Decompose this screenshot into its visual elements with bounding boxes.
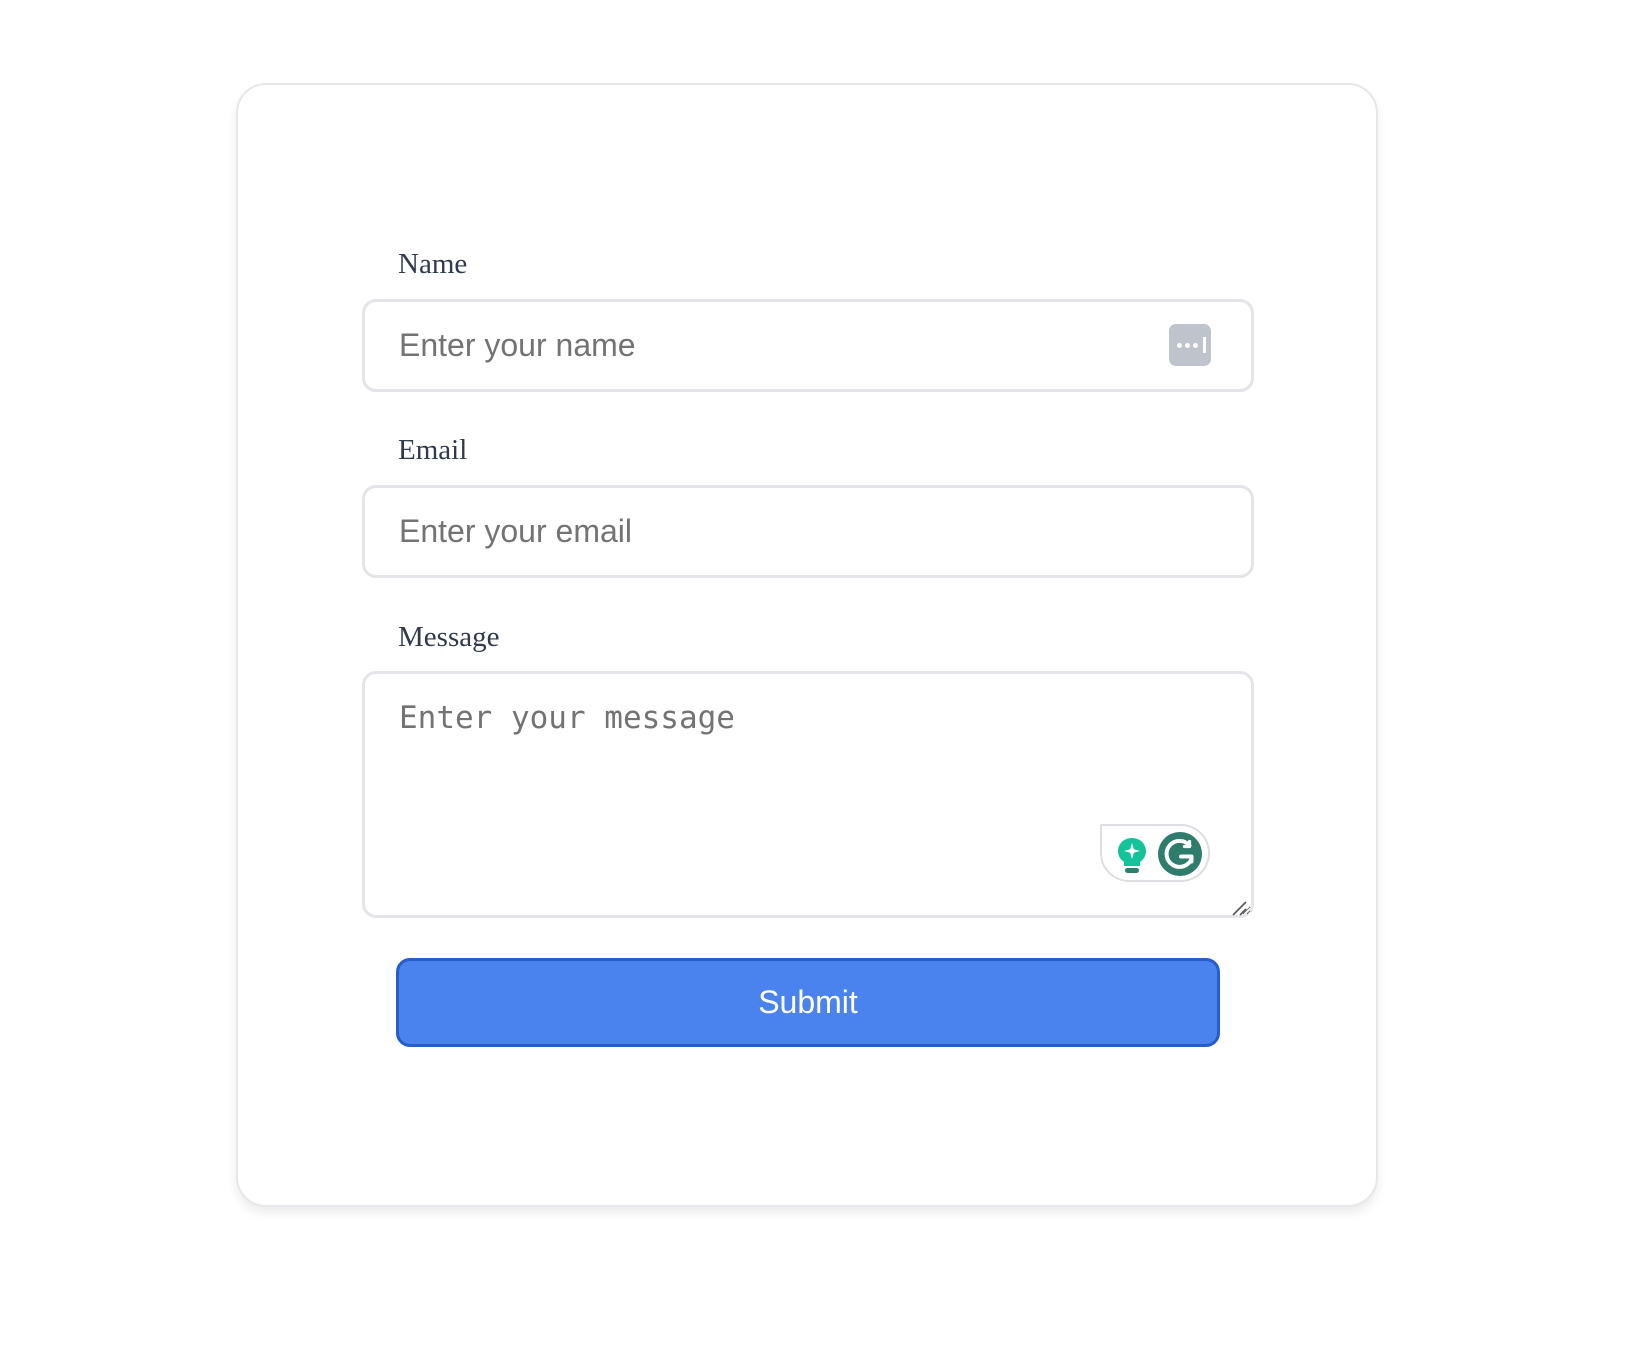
dot-icon xyxy=(1185,343,1190,348)
cursor-bar-icon xyxy=(1203,337,1206,353)
grammarly-g-icon[interactable] xyxy=(1158,832,1202,876)
name-input[interactable] xyxy=(362,299,1254,392)
email-input[interactable] xyxy=(362,485,1254,578)
name-label: Name xyxy=(398,248,468,280)
message-textarea[interactable] xyxy=(362,671,1254,918)
submit-button[interactable]: Submit xyxy=(396,958,1220,1047)
resize-handle-icon[interactable] xyxy=(1231,900,1247,916)
password-manager-icon[interactable] xyxy=(1169,324,1211,366)
dot-icon xyxy=(1177,343,1182,348)
email-label: Email xyxy=(398,434,468,466)
message-label: Message xyxy=(398,621,500,653)
lightbulb-sparkle-icon[interactable] xyxy=(1117,837,1147,875)
dot-icon xyxy=(1193,343,1198,348)
grammarly-widget[interactable] xyxy=(1100,824,1210,882)
